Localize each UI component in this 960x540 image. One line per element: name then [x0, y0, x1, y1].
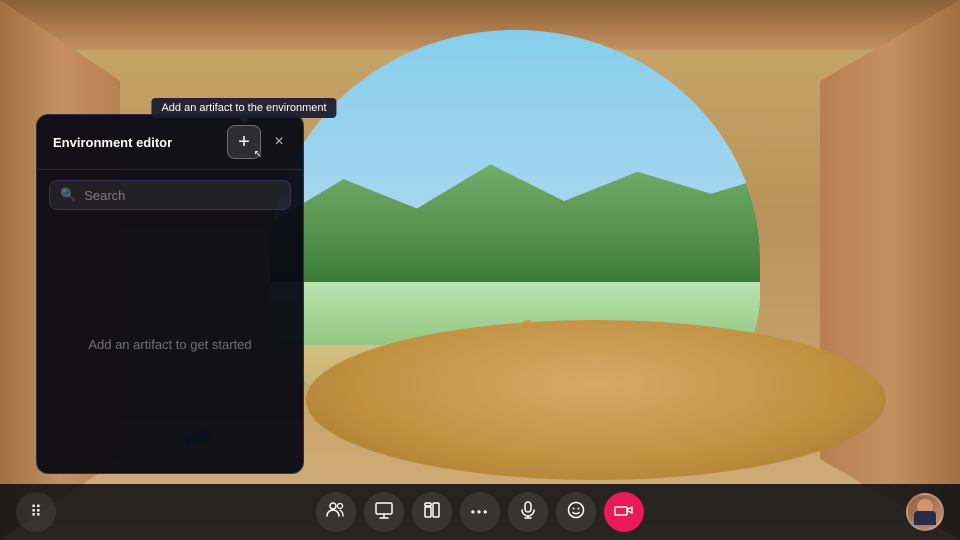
empty-state-text: Add an artifact to get started — [88, 337, 251, 352]
panel-header: Environment editor + Add an artifact to … — [37, 115, 303, 170]
grid-icon: ⠿ — [30, 502, 42, 522]
apps-button[interactable]: ⠿ — [16, 492, 56, 532]
artifacts-icon — [422, 500, 442, 525]
close-button[interactable]: × — [267, 130, 291, 154]
close-icon: × — [274, 133, 283, 151]
user-avatar-button[interactable] — [906, 493, 944, 531]
camera-icon — [614, 500, 634, 525]
user-avatar — [906, 493, 944, 531]
screen-icon — [374, 500, 394, 525]
right-wall — [820, 0, 960, 540]
more-icon: ••• — [471, 505, 490, 519]
empty-state-message: Add an artifact to get started — [37, 220, 303, 468]
emoji-icon — [566, 500, 586, 525]
mic-button[interactable] — [508, 492, 548, 532]
search-input[interactable] — [84, 188, 280, 203]
more-button[interactable]: ••• — [460, 492, 500, 532]
emoji-button[interactable] — [556, 492, 596, 532]
header-actions: + Add an artifact to the environment × — [227, 125, 291, 159]
people-button[interactable] — [316, 492, 356, 532]
add-artifact-button[interactable]: + Add an artifact to the environment — [227, 125, 261, 159]
environment-editor-panel: Environment editor + Add an artifact to … — [36, 114, 304, 474]
plus-icon: + — [238, 132, 250, 152]
floor-platform — [306, 320, 886, 480]
camera-button[interactable] — [604, 492, 644, 532]
search-bar[interactable]: 🔍 — [49, 180, 291, 210]
screen-share-button[interactable] — [364, 492, 404, 532]
artifacts-button[interactable] — [412, 492, 452, 532]
avatar-mini-body — [914, 511, 936, 525]
mic-icon — [518, 500, 538, 525]
search-icon: 🔍 — [60, 187, 76, 203]
toolbar: ⠿ ••• — [0, 484, 960, 540]
panel-title: Environment editor — [53, 135, 172, 150]
people-icon — [326, 500, 346, 525]
